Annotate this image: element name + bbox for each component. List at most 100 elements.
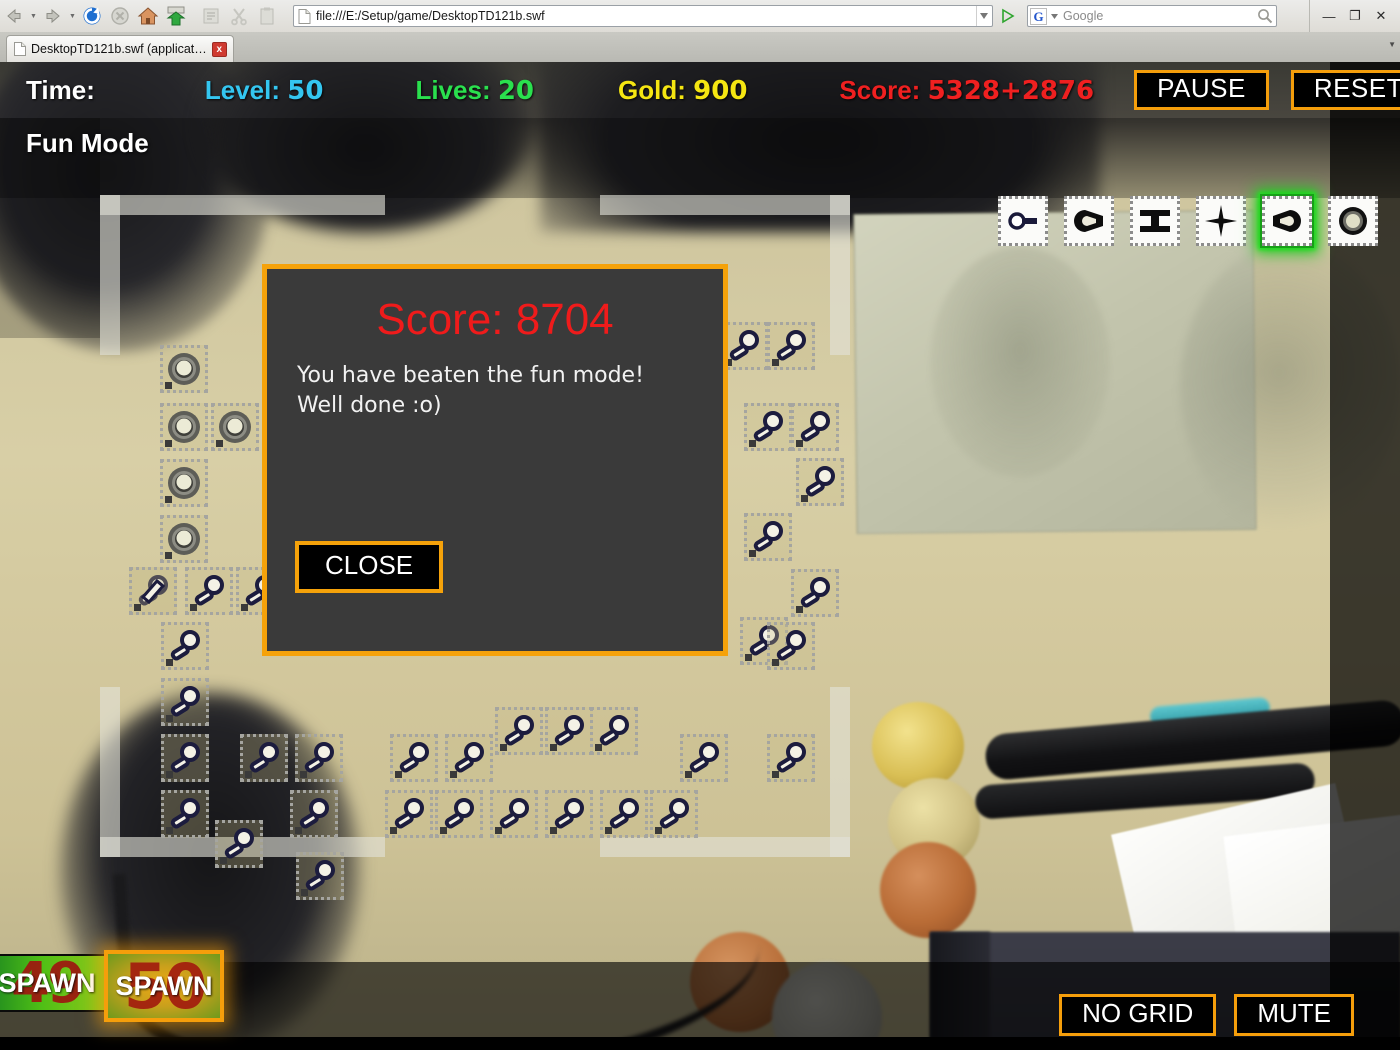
minimize-button[interactable]: — bbox=[1316, 4, 1342, 28]
tower-tile[interactable] bbox=[545, 790, 593, 838]
tower-tile[interactable] bbox=[161, 678, 209, 726]
go-button[interactable] bbox=[997, 5, 1019, 27]
pellet-tower-icon bbox=[998, 196, 1048, 246]
hud-level: Level: 50 bbox=[205, 75, 324, 106]
tower-tile[interactable] bbox=[160, 403, 208, 451]
tower-upgrade-nub bbox=[495, 827, 502, 834]
tower-tile[interactable] bbox=[490, 790, 538, 838]
tower-tile[interactable] bbox=[215, 820, 263, 868]
bash-tower-icon bbox=[1328, 196, 1378, 246]
palette-frost-tower[interactable] bbox=[1260, 194, 1314, 248]
tab-desktoptd[interactable]: DesktopTD121b.swf (applicat… x bbox=[6, 35, 234, 62]
close-dialog-button[interactable]: CLOSE bbox=[295, 541, 444, 593]
tower-upgrade-nub bbox=[166, 659, 173, 666]
dialog-score-text: Score: 8704 bbox=[376, 295, 614, 344]
tower-tile[interactable] bbox=[390, 734, 438, 782]
mute-button[interactable]: MUTE bbox=[1234, 993, 1354, 1036]
reset-button[interactable]: RESET bbox=[1290, 69, 1400, 111]
palette-swarm-tower[interactable] bbox=[1194, 194, 1248, 248]
tower-tile[interactable] bbox=[129, 567, 177, 615]
squirt-tower-icon bbox=[1064, 196, 1114, 246]
paste-icon bbox=[254, 3, 280, 29]
search-bar[interactable]: G Google bbox=[1027, 5, 1277, 27]
tower-tile[interactable] bbox=[650, 790, 698, 838]
tower-tile[interactable] bbox=[161, 622, 209, 670]
page-favicon bbox=[298, 8, 311, 24]
search-engine-caret[interactable] bbox=[1049, 13, 1059, 19]
tower-tile[interactable] bbox=[385, 790, 433, 838]
tower-tile[interactable] bbox=[495, 707, 543, 755]
hud-bar: Time: Level: 50 Lives: 20 Gold: 900 Scor… bbox=[0, 62, 1400, 118]
tower-upgrade-nub bbox=[796, 606, 803, 613]
tower-tile[interactable] bbox=[600, 790, 648, 838]
hud-lives-label: Lives: bbox=[415, 74, 491, 105]
search-input[interactable]: Google bbox=[1059, 9, 1254, 23]
cut-icon bbox=[226, 3, 252, 29]
back-icon[interactable] bbox=[1, 3, 27, 29]
tower-tile[interactable] bbox=[796, 458, 844, 506]
close-button[interactable]: ✕ bbox=[1368, 4, 1394, 28]
tower-upgrade-nub bbox=[166, 771, 173, 778]
tower-tile[interactable] bbox=[545, 707, 593, 755]
hud-time: Time: bbox=[26, 75, 95, 106]
browser-toolbar: ▼ ▼ file:///E:/Setup/game/DesktopTD121b.… bbox=[0, 0, 1400, 32]
tower-tile[interactable] bbox=[791, 569, 839, 617]
tower-upgrade-nub bbox=[165, 552, 172, 559]
tower-upgrade-nub bbox=[801, 495, 808, 502]
url-dropdown-caret[interactable] bbox=[976, 6, 990, 26]
spawn-button-50[interactable]: 50 SPAWN bbox=[104, 950, 224, 1023]
tower-tile[interactable] bbox=[767, 322, 815, 370]
tower-tile[interactable] bbox=[767, 734, 815, 782]
url-text[interactable]: file:///E:/Setup/game/DesktopTD121b.swf bbox=[316, 6, 976, 26]
tower-tile[interactable] bbox=[445, 734, 493, 782]
tower-tile[interactable] bbox=[435, 790, 483, 838]
tower-upgrade-nub bbox=[390, 827, 397, 834]
dart-tower-icon bbox=[1130, 196, 1180, 246]
search-icon[interactable] bbox=[1254, 6, 1276, 26]
tower-tile[interactable] bbox=[160, 345, 208, 393]
download-icon[interactable] bbox=[163, 3, 189, 29]
tower-tile[interactable] bbox=[767, 622, 815, 670]
tower-palette[interactable] bbox=[996, 194, 1380, 248]
spawn-button-49[interactable]: 49 SPAWN bbox=[0, 951, 106, 1016]
hud-level-label: Level: bbox=[204, 74, 281, 105]
palette-pellet-tower[interactable] bbox=[996, 194, 1050, 248]
tower-upgrade-nub bbox=[165, 496, 172, 503]
tower-tile[interactable] bbox=[160, 459, 208, 507]
tower-tile[interactable] bbox=[590, 707, 638, 755]
no-grid-button[interactable]: NO GRID bbox=[1059, 993, 1217, 1036]
tower-tile[interactable] bbox=[791, 403, 839, 451]
spawn-label-50: SPAWN bbox=[115, 970, 213, 1001]
tower-tile[interactable] bbox=[680, 734, 728, 782]
refresh-icon[interactable] bbox=[79, 3, 105, 29]
tower-tile[interactable] bbox=[185, 567, 233, 615]
tower-tile[interactable] bbox=[296, 852, 344, 900]
stop-icon bbox=[107, 3, 133, 29]
tower-tile[interactable] bbox=[161, 734, 209, 782]
tower-tile[interactable] bbox=[240, 734, 288, 782]
tower-tile[interactable] bbox=[160, 515, 208, 563]
pause-button[interactable]: PAUSE bbox=[1134, 69, 1269, 111]
tower-upgrade-nub bbox=[301, 889, 308, 896]
palette-bash-tower[interactable] bbox=[1326, 194, 1380, 248]
game-mode-label: Fun Mode bbox=[26, 128, 149, 158]
tab-list-caret[interactable]: ▼ bbox=[1388, 40, 1396, 49]
palette-dart-tower[interactable] bbox=[1128, 194, 1182, 248]
tower-upgrade-nub bbox=[685, 771, 692, 778]
restore-button[interactable]: ❐ bbox=[1342, 4, 1368, 28]
bottom-controls: NO GRID MUTE bbox=[1059, 993, 1354, 1036]
tower-tile[interactable] bbox=[161, 790, 209, 838]
tower-tile[interactable] bbox=[744, 513, 792, 561]
tab-close-icon[interactable]: x bbox=[211, 41, 227, 57]
tower-upgrade-nub bbox=[595, 744, 602, 751]
tower-tile[interactable] bbox=[211, 403, 259, 451]
tower-tile[interactable] bbox=[290, 790, 338, 838]
tower-tile[interactable] bbox=[744, 403, 792, 451]
forward-icon[interactable] bbox=[40, 3, 66, 29]
home-icon[interactable] bbox=[135, 3, 161, 29]
forward-history-caret[interactable]: ▼ bbox=[67, 3, 78, 29]
back-history-caret[interactable]: ▼ bbox=[28, 3, 39, 29]
address-bar[interactable]: file:///E:/Setup/game/DesktopTD121b.swf bbox=[293, 5, 993, 27]
palette-squirt-tower[interactable] bbox=[1062, 194, 1116, 248]
tower-tile[interactable] bbox=[295, 734, 343, 782]
